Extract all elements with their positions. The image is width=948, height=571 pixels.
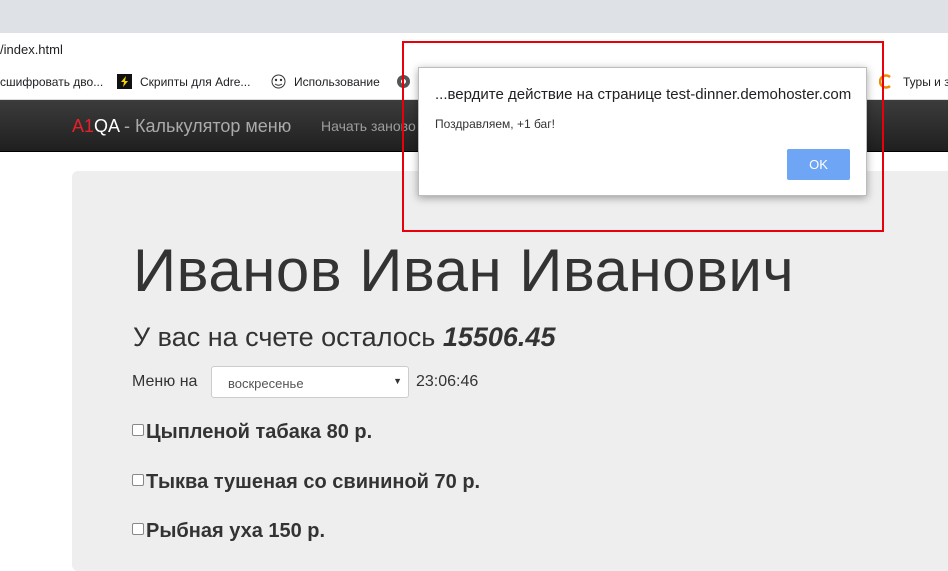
user-name-heading: Иванов Иван Иванович <box>133 237 795 304</box>
bookmark-item[interactable]: Скрипты для Adre... <box>140 75 250 89</box>
brand-title: - Калькулятор меню <box>119 116 292 136</box>
site-brand[interactable]: A1QA - Калькулятор меню <box>72 116 291 137</box>
day-select-value: воскресенье <box>228 376 304 391</box>
menu-item-checkbox[interactable] <box>132 424 144 436</box>
browser-tab-strip <box>0 0 948 33</box>
url-text[interactable]: /index.html <box>0 42 63 57</box>
balance-value: 15506.45 <box>442 322 556 352</box>
brand-a1: A1 <box>72 116 95 136</box>
balance-label: У вас на счете осталось <box>133 322 443 352</box>
balance-line: У вас на счете осталось 15506.45 <box>133 322 555 353</box>
bookmark-item[interactable]: Туры и з <box>903 75 948 89</box>
menu-day-label: Меню на <box>132 373 198 390</box>
bookmark-favicon-icon <box>271 74 286 89</box>
menu-item: Цыпленой табака 80 р. <box>132 421 372 444</box>
dropdown-arrow-icon: ▼ <box>393 376 402 386</box>
menu-item-label: Тыква тушеная со свининой 70 р. <box>146 471 481 493</box>
bookmark-item[interactable]: сшифровать дво... <box>0 75 103 89</box>
menu-item-label: Рыбная уха 150 р. <box>146 520 326 542</box>
day-select[interactable]: воскресенье ▼ <box>211 366 409 398</box>
bookmark-item[interactable]: Использование <box>294 75 380 89</box>
menu-item: Тыква тушеная со свининой 70 р. <box>132 471 480 494</box>
highlight-annotation-box <box>402 41 884 232</box>
brand-qa: QA <box>94 116 120 136</box>
menu-item: Рыбная уха 150 р. <box>132 520 325 543</box>
menu-item-checkbox[interactable] <box>132 474 144 486</box>
bookmark-favicon-icon <box>117 74 132 89</box>
clock-time: 23:06:46 <box>416 373 479 390</box>
menu-item-label: Цыпленой табака 80 р. <box>146 421 373 443</box>
menu-item-checkbox[interactable] <box>132 523 144 535</box>
